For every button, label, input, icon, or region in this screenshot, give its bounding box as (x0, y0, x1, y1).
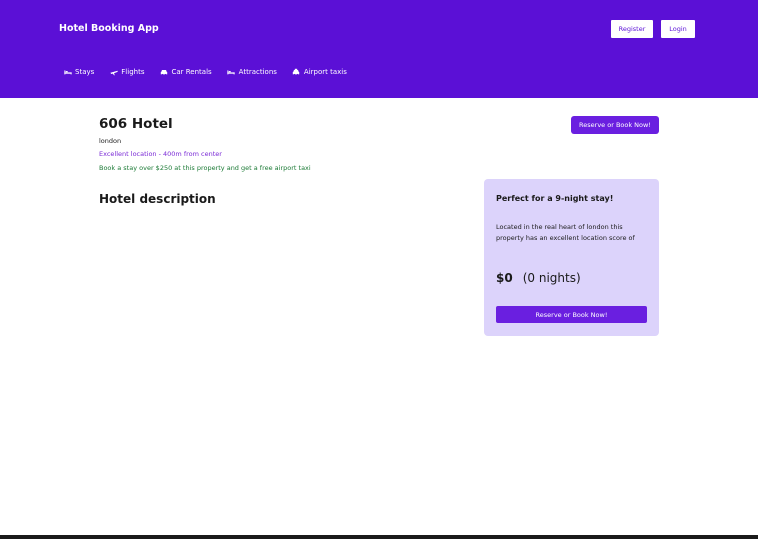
bed-icon (227, 67, 236, 76)
bed-icon (63, 67, 72, 76)
hotel-name-heading: 606 Hotel (99, 116, 173, 132)
nav-label-attractions: Attractions (238, 67, 277, 76)
nav-label-car-rentals: Car Rentals (171, 67, 212, 76)
nav-item-flights[interactable]: Flights (109, 67, 144, 76)
brand-logo-text[interactable]: Hotel Booking App (59, 23, 159, 34)
nav-label-stays: Stays (75, 67, 95, 76)
register-button[interactable]: Register (611, 20, 653, 38)
nav-item-car-rentals[interactable]: Car Rentals (159, 67, 212, 76)
nav-item-attractions[interactable]: Attractions (227, 67, 277, 76)
plane-icon (109, 67, 118, 76)
booking-summary-card: Perfect for a 9-night stay! Located in t… (484, 179, 659, 336)
reserve-button-card[interactable]: Reserve or Book Now! (496, 306, 647, 323)
hotel-city: london (99, 137, 122, 145)
car-icon (159, 67, 168, 76)
hotel-offer: Book a stay over $250 at this property a… (99, 164, 311, 172)
nav-label-flights: Flights (121, 67, 145, 76)
top-header: Hotel Booking App Register Login Stays F… (0, 0, 758, 98)
price-amount: $0 (496, 271, 513, 285)
main-nav: Stays Flights Car Rentals Attractions Ai… (63, 67, 362, 76)
login-button[interactable]: Login (661, 20, 695, 38)
hotel-description-heading: Hotel description (99, 192, 216, 206)
reserve-button-top[interactable]: Reserve or Book Now! (571, 116, 659, 134)
hotel-distance: Excellent location - 400m from center (99, 150, 222, 158)
price-nights: (0 nights) (522, 271, 581, 285)
bottom-divider (0, 535, 758, 539)
card-title: Perfect for a 9-night stay! (496, 194, 614, 203)
taxi-icon (292, 67, 301, 76)
card-description: Located in the real heart of london this… (496, 223, 635, 242)
card-price: $0 (0 nights) (496, 271, 581, 285)
nav-label-airport-taxis: Airport taxis (303, 67, 347, 76)
nav-item-stays[interactable]: Stays (63, 67, 94, 76)
nav-item-airport-taxis[interactable]: Airport taxis (292, 67, 347, 76)
